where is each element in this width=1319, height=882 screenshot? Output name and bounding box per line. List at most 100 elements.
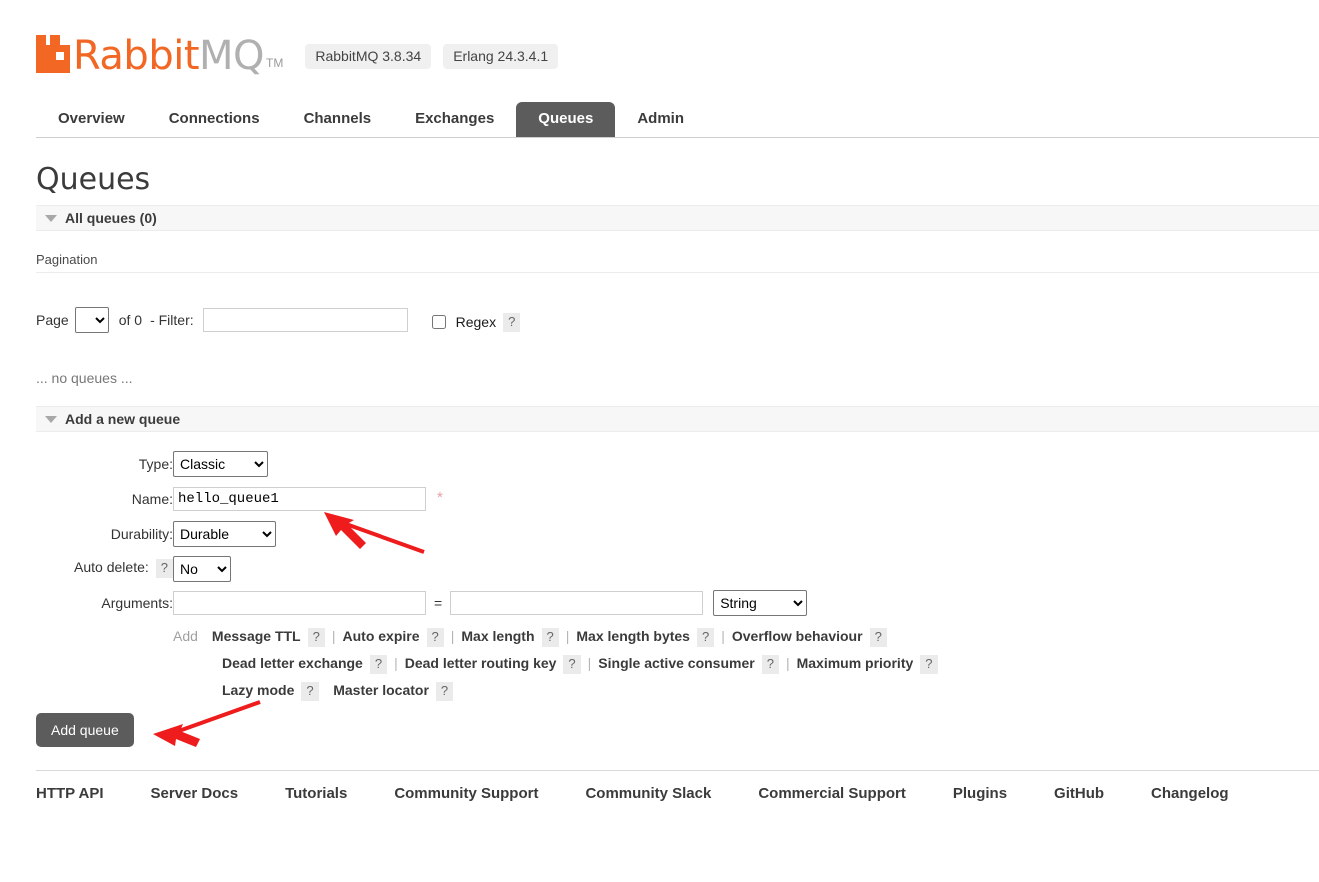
pagination-controls: Page of 0 - Filter: Regex ? xyxy=(36,307,1319,333)
dead-letter-exchange-help-icon[interactable]: ? xyxy=(369,655,388,675)
preset-dead-letter-exchange[interactable]: Dead letter exchange xyxy=(222,655,363,671)
tab-overview[interactable]: Overview xyxy=(36,102,147,137)
argument-type-select[interactable]: String xyxy=(713,590,808,616)
form-row-arguments: Arguments: = String Add Message TTL? | Aut xyxy=(36,586,938,704)
preset-single-active-consumer[interactable]: Single active consumer xyxy=(598,655,754,671)
queue-name-input[interactable] xyxy=(173,486,426,511)
dead-letter-routing-key-help-icon[interactable]: ? xyxy=(563,655,581,675)
argument-value-input[interactable] xyxy=(450,591,704,615)
footer-link-tutorials[interactable]: Tutorials xyxy=(285,785,347,802)
footer-link-list: HTTP API Server Docs Tutorials Community… xyxy=(36,785,1319,802)
add-queue-section-header[interactable]: Add a new queue xyxy=(36,406,1319,432)
durability-select[interactable]: Durable xyxy=(173,520,276,547)
auto-delete-label: Auto delete: xyxy=(74,559,149,576)
main-navigation: Overview Connections Channels Exchanges … xyxy=(36,100,1319,140)
preset-max-length[interactable]: Max length xyxy=(461,628,534,644)
max-length-help-icon[interactable]: ? xyxy=(541,628,559,648)
footer-link-server-docs[interactable]: Server Docs xyxy=(151,785,239,802)
page-title: Queues xyxy=(36,162,151,197)
add-queue-submit-area: Add queue xyxy=(36,713,1319,747)
footer-link-community-slack[interactable]: Community Slack xyxy=(585,785,711,802)
brand-rabbit-text: Rabbit xyxy=(73,33,200,79)
regex-label: Regex xyxy=(455,314,497,330)
overflow-behaviour-help-icon[interactable]: ? xyxy=(869,628,887,648)
filter-input[interactable] xyxy=(202,308,408,332)
tab-connections[interactable]: Connections xyxy=(147,102,282,137)
max-length-bytes-help-icon[interactable]: ? xyxy=(696,628,715,648)
master-locator-help-icon[interactable]: ? xyxy=(435,682,454,702)
footer-link-changelog[interactable]: Changelog xyxy=(1151,785,1229,802)
rabbitmq-version-badge: RabbitMQ 3.8.34 xyxy=(305,44,432,69)
erlang-version-badge: Erlang 24.3.4.1 xyxy=(443,44,559,69)
type-cell: Classic xyxy=(173,446,938,481)
total-pages-label: of 0 xyxy=(118,312,143,328)
pagination-section: Pagination Page of 0 - Filter: Regex ? xyxy=(36,252,1319,333)
auto-delete-help-icon[interactable]: ? xyxy=(155,559,173,578)
regex-checkbox[interactable] xyxy=(431,315,446,329)
argument-preset-row-3: Lazy mode? Master locator? xyxy=(173,677,938,704)
preset-lazy-mode[interactable]: Lazy mode xyxy=(222,682,294,698)
page-title-area: Queues xyxy=(36,163,1319,197)
durability-label: Durability: xyxy=(110,525,173,542)
auto-expire-help-icon[interactable]: ? xyxy=(426,628,444,648)
maximum-priority-help-icon[interactable]: ? xyxy=(920,655,938,675)
add-queue-form-table: Type: Classic Name: * Durability: Durabl… xyxy=(36,446,938,704)
required-asterisk: * xyxy=(437,488,443,506)
preset-message-ttl[interactable]: Message TTL xyxy=(212,628,301,644)
version-badges: RabbitMQ 3.8.34 Erlang 24.3.4.1 xyxy=(305,44,559,69)
collapse-triangle-icon[interactable] xyxy=(45,415,57,423)
queue-type-select[interactable]: Classic xyxy=(173,450,268,477)
queue-list-empty-state: ... no queues ... xyxy=(36,370,1319,386)
footer-link-github[interactable]: GitHub xyxy=(1054,785,1104,802)
footer-link-plugins[interactable]: Plugins xyxy=(953,785,1007,802)
add-queue-button[interactable]: Add queue xyxy=(36,713,134,747)
preset-separator: | xyxy=(565,628,570,644)
lazy-mode-help-icon[interactable]: ? xyxy=(301,682,319,702)
tab-admin[interactable]: Admin xyxy=(615,102,706,137)
form-row-name: Name: * xyxy=(36,481,938,516)
footer-link-http-api[interactable]: HTTP API xyxy=(36,785,104,802)
brand-mq-text: MQ xyxy=(199,33,265,79)
form-row-durability: Durability: Durable xyxy=(36,516,938,551)
preset-dead-letter-routing-key[interactable]: Dead letter routing key xyxy=(405,655,557,671)
rabbitmq-logo-icon xyxy=(36,35,70,73)
brand-wordmark: RabbitMQ xyxy=(73,33,265,79)
footer-link-community-support[interactable]: Community Support xyxy=(394,785,538,802)
auto-delete-cell: No xyxy=(173,551,938,586)
pagination-divider xyxy=(36,272,1319,273)
type-label: Type: xyxy=(138,455,173,472)
argument-entry-row: = String xyxy=(173,586,938,616)
page-header: RabbitMQ TM RabbitMQ 3.8.34 Erlang 24.3.… xyxy=(36,18,1319,84)
footer-link-commercial-support[interactable]: Commercial Support xyxy=(758,785,906,802)
argument-preset-row-2: Dead letter exchange? | Dead letter routin… xyxy=(173,650,938,677)
message-ttl-help-icon[interactable]: ? xyxy=(307,628,325,648)
trademark-mark: TM xyxy=(266,56,284,70)
preset-auto-expire[interactable]: Auto expire xyxy=(343,628,420,644)
durability-cell: Durable xyxy=(173,516,938,551)
auto-delete-select[interactable]: No xyxy=(173,555,231,582)
preset-maximum-priority[interactable]: Maximum priority xyxy=(797,655,914,671)
add-argument-label: Add xyxy=(173,628,198,644)
preset-max-length-bytes[interactable]: Max length bytes xyxy=(576,628,690,644)
form-row-type: Type: Classic xyxy=(36,446,938,481)
page-footer: HTTP API Server Docs Tutorials Community… xyxy=(36,770,1319,802)
brand-row: RabbitMQ TM RabbitMQ 3.8.34 Erlang 24.3.… xyxy=(36,18,1319,76)
preset-overflow-behaviour[interactable]: Overflow behaviour xyxy=(732,628,863,644)
single-active-consumer-help-icon[interactable]: ? xyxy=(761,655,779,675)
collapse-triangle-icon[interactable] xyxy=(45,214,57,222)
preset-separator: | xyxy=(785,655,790,671)
preset-separator: | xyxy=(721,628,725,644)
tab-exchanges[interactable]: Exchanges xyxy=(393,102,516,137)
name-cell: * xyxy=(173,481,938,516)
tab-channels[interactable]: Channels xyxy=(282,102,394,137)
filter-label: - Filter: xyxy=(150,312,194,328)
auto-delete-label-cell: Auto delete:? xyxy=(36,551,173,586)
all-queues-label: All queues (0) xyxy=(65,210,157,226)
all-queues-section-header[interactable]: All queues (0) xyxy=(36,205,1319,231)
preset-master-locator[interactable]: Master locator xyxy=(333,682,429,698)
tab-queues[interactable]: Queues xyxy=(516,102,616,137)
page-select[interactable] xyxy=(74,307,109,333)
argument-equals-sign: = xyxy=(434,595,443,611)
regex-help-icon[interactable]: ? xyxy=(503,312,521,332)
argument-key-input[interactable] xyxy=(173,591,426,615)
